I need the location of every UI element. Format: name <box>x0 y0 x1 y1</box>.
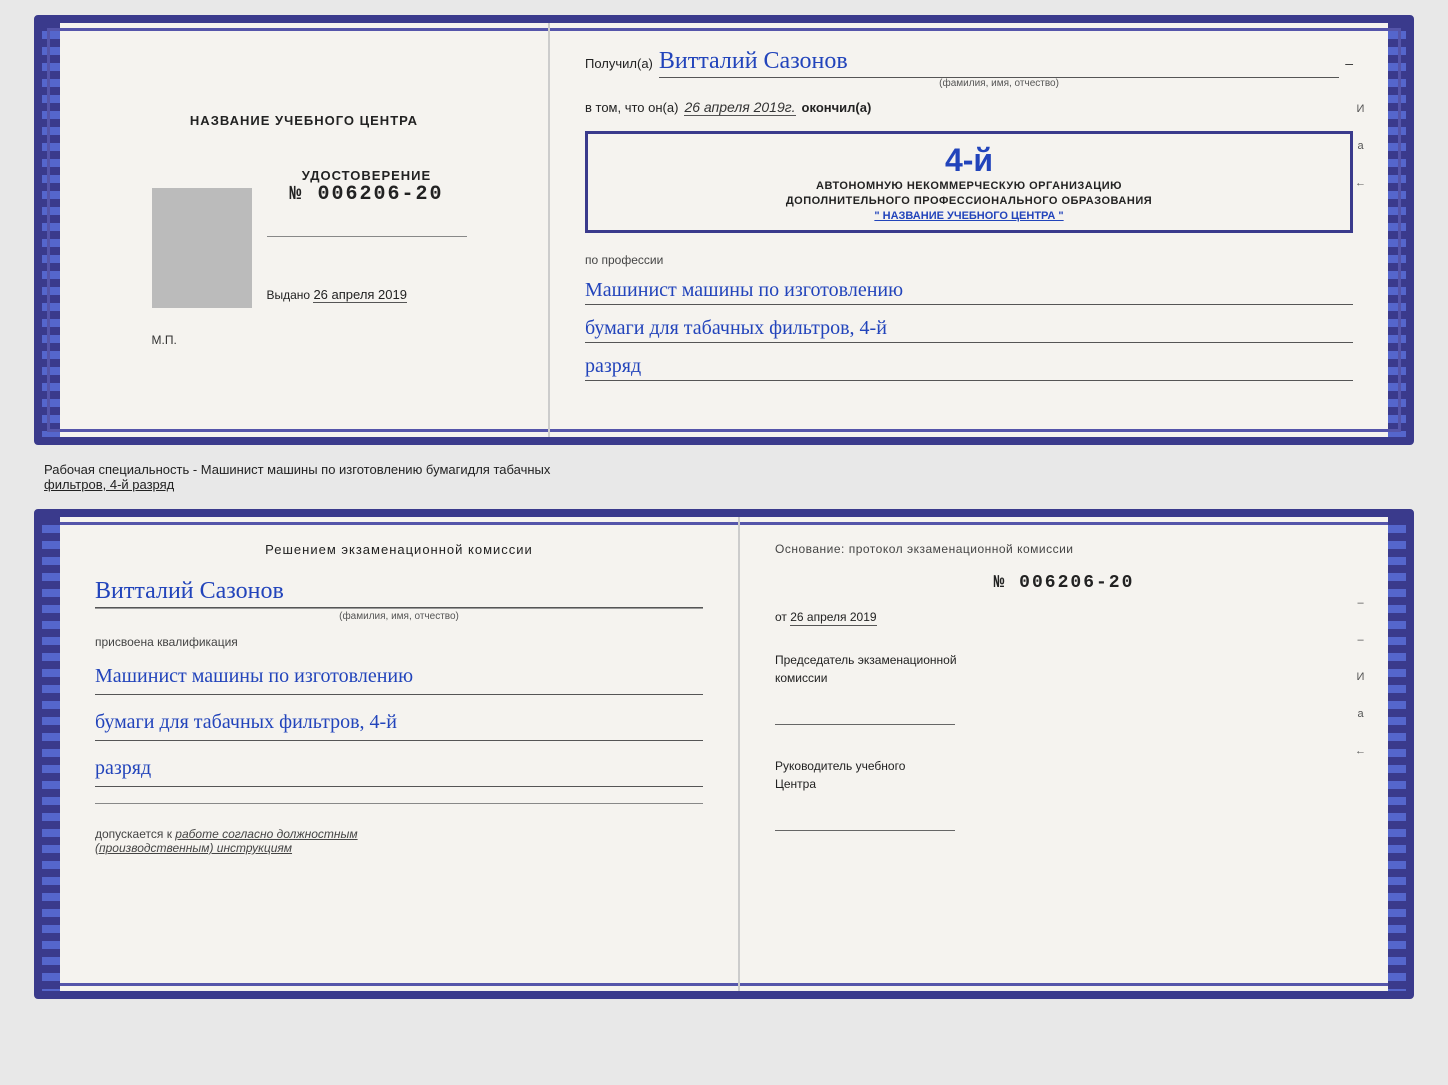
bottom-right-arrow: ← <box>1355 745 1366 757</box>
profession-line3: разряд <box>585 355 1353 381</box>
okoncil-label: окончил(а) <box>802 100 872 115</box>
ot-label: от <box>775 610 787 624</box>
udost-label: УДОСТОВЕРЕНИЕ <box>267 168 467 183</box>
predsedatel-text: Председатель экзаменационной комиссии <box>775 653 957 685</box>
bottom-cert-right-panel: Основание: протокол экзаменационной коми… <box>740 517 1388 991</box>
predsedatel-label: Председатель экзаменационной комиссии <box>775 651 1353 687</box>
bottom-certificate: Решением экзаменационной комиссии Виттал… <box>34 509 1414 999</box>
training-center-title: НАЗВАНИЕ УЧЕБНОГО ЦЕНТРА <box>190 113 418 128</box>
vydano-date: 26 апреля 2019 <box>313 287 407 303</box>
stamp-line2: ДОПОЛНИТЕЛЬНОГО ПРОФЕССИОНАЛЬНОГО ОБРАЗО… <box>603 194 1335 209</box>
bottom-right-a-label: а <box>1357 708 1363 720</box>
stamp-box: 4-й АВТОНОМНУЮ НЕКОММЕРЧЕСКУЮ ОРГАНИЗАЦИ… <box>585 131 1353 233</box>
right-arrow-label: ← <box>1355 177 1366 189</box>
specialty-underline: фильтров, 4-й разряд <box>44 477 174 492</box>
bottom-fio-hint: (фамилия, имя, отчество) <box>95 608 703 622</box>
middle-text-block: Рабочая специальность - Машинист машины … <box>34 457 1414 497</box>
specialty-text-line2: фильтров, 4-й разряд <box>44 477 1404 492</box>
mp-label: М.П. <box>152 333 177 347</box>
bottom-recipient-name: Витталий Сазонов <box>95 578 703 608</box>
rukovoditel-label: Руководитель учебного Центра <box>775 757 1353 793</box>
resheniye-title: Решением экзаменационной комиссии <box>95 542 703 557</box>
predsedatel-signature-line <box>775 724 955 725</box>
top-cert-left-panel: НАЗВАНИЕ УЧЕБНОГО ЦЕНТРА УДОСТОВЕРЕНИЕ №… <box>60 23 550 437</box>
recipient-name: Витталий Сазонов <box>659 48 1339 78</box>
stamp-line1: АВТОНОМНУЮ НЕКОММЕРЧЕСКУЮ ОРГАНИЗАЦИЮ <box>603 179 1335 194</box>
right-decorative-strip <box>1388 23 1406 437</box>
fio-hint: (фамилия, имя, отчество) <box>659 78 1339 89</box>
dopuskaetsya-label: допускается к <box>95 827 172 841</box>
vydano-label: Выдано <box>267 288 311 302</box>
bottom-right-strip <box>1388 517 1406 991</box>
photo-placeholder <box>152 188 252 308</box>
qual-line3: разряд <box>95 752 703 787</box>
ot-date-val: 26 апреля 2019 <box>790 610 876 626</box>
dash: – <box>1345 55 1353 71</box>
dopuskaetsya-val2: (производственным) инструкциям <box>95 841 292 855</box>
poluchil-line: Получил(а) Витталий Сазонов (фамилия, им… <box>585 48 1353 89</box>
ot-date-block: от 26 апреля 2019 <box>775 610 1353 624</box>
left-decorative-strip <box>42 23 60 437</box>
bottom-right-i-label: И <box>1357 671 1365 683</box>
top-cert-right-panel: Получил(а) Витталий Сазонов (фамилия, им… <box>550 23 1388 437</box>
bottom-right-dash2: – <box>1357 634 1363 646</box>
profession-line1: Машинист машины по изготовлению <box>585 279 1353 305</box>
vydano-block: Выдано 26 апреля 2019 <box>267 287 467 302</box>
rukovoditel-signature-line <box>775 830 955 831</box>
certificate-number-block: УДОСТОВЕРЕНИЕ № 006206-20 <box>267 168 467 206</box>
right-a-label: а <box>1357 140 1363 152</box>
bottom-left-strip <box>42 517 60 991</box>
specialty-label: Рабочая специальность - Машинист машины … <box>44 462 550 477</box>
specialty-text-line1: Рабочая специальность - Машинист машины … <box>44 462 1404 477</box>
bottom-right-dash1: – <box>1357 597 1363 609</box>
dopuskaetsya-block: допускается к работе согласно должностны… <box>95 827 703 855</box>
stamp-center-name: " НАЗВАНИЕ УЧЕБНОГО ЦЕНТРА " <box>603 210 1335 222</box>
qual-line2: бумаги для табачных фильтров, 4-й <box>95 706 703 741</box>
completion-date: 26 апреля 2019г. <box>684 99 795 116</box>
udost-number: № 006206-20 <box>267 183 467 206</box>
right-i-label: И <box>1357 103 1365 115</box>
osnovanie-label: Основание: протокол экзаменационной коми… <box>775 542 1353 556</box>
protocol-number: № 006206-20 <box>775 573 1353 593</box>
vtom-label: в том, что он(а) <box>585 100 678 115</box>
dopuskaetsya-val: работе согласно должностным <box>175 827 357 841</box>
stamp-number: 4-й <box>603 142 1335 179</box>
top-certificate: НАЗВАНИЕ УЧЕБНОГО ЦЕНТРА УДОСТОВЕРЕНИЕ №… <box>34 15 1414 445</box>
qual-line1: Машинист машины по изготовлению <box>95 660 703 695</box>
prisvoena-label: присвоена квалификация <box>95 635 703 649</box>
left-content-block: УДОСТОВЕРЕНИЕ № 006206-20 Выдано 26 апре… <box>142 158 467 347</box>
po-professii-label: по профессии <box>585 253 1353 267</box>
bottom-cert-left-panel: Решением экзаменационной комиссии Виттал… <box>60 517 740 991</box>
vtom-line: в том, что он(а) 26 апреля 2019г. окончи… <box>585 99 1353 116</box>
rukovoditel-text: Руководитель учебного Центра <box>775 759 905 791</box>
profession-line2: бумаги для табачных фильтров, 4-й <box>585 317 1353 343</box>
poluchil-label: Получил(а) <box>585 56 653 71</box>
